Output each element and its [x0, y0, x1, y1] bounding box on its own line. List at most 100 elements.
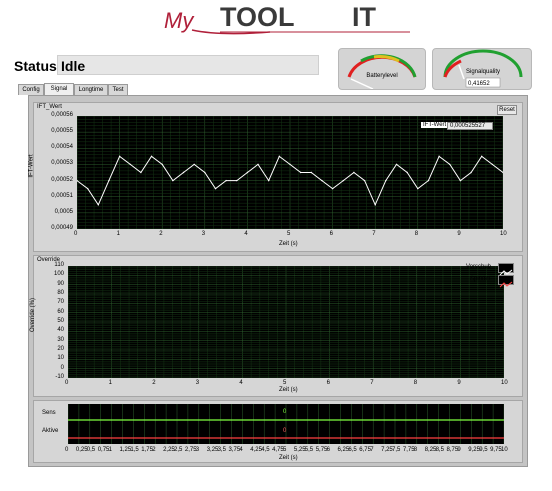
ift-data-point — [310, 171, 312, 174]
override-plot-area[interactable] — [67, 265, 505, 379]
ift-data-point — [97, 204, 99, 206]
ift-data-point — [204, 171, 206, 174]
app-logo: My TOOL IT — [160, 0, 420, 42]
override-y-tick-8: 30 — [57, 336, 64, 343]
ift-data-point — [129, 163, 131, 166]
battery-label: Batterylevel — [366, 73, 397, 79]
override-y-tick-9: 20 — [57, 346, 64, 352]
override-y-tick-3: 80 — [57, 290, 64, 296]
ift-data-point — [236, 179, 238, 182]
legend-vorschub-label: Vorschub — [466, 264, 492, 270]
logo-my-text: My — [164, 8, 195, 33]
ift-cursor-value: 0,000525527 — [447, 122, 493, 130]
override-x-tick-5: 5 — [283, 380, 287, 386]
override-y-axis-title: Override (%) — [30, 297, 37, 333]
signal-gauge: Signalquality 0,41652 — [432, 48, 532, 90]
tab-test[interactable]: Test — [108, 84, 128, 95]
ift-data-point — [161, 163, 163, 166]
digital-x-tick-34: 8,5 — [435, 447, 444, 453]
digital-x-tick-10: 2,5 — [174, 447, 183, 453]
signal-label: Signalquality — [466, 69, 500, 75]
override-y-tick-11: 0 — [60, 364, 64, 371]
signal-value: 0,41652 — [468, 81, 490, 87]
battery-gauge: Batterylevel — [338, 48, 426, 90]
ift-chart-panel: IFT_Wert Reset IFT-Wert 0,00056 0,00055 0,… — [29, 102, 523, 252]
ift-data-point — [331, 187, 334, 190]
digital-x-tick-2: 0,5 — [86, 447, 96, 453]
status-label: Status: — [14, 58, 62, 74]
ift-y-axis-title: IFT-Wert — [28, 154, 35, 178]
ift-data-point — [172, 179, 174, 182]
ift-data-point — [268, 179, 270, 182]
ift-data-point — [427, 179, 430, 182]
ift-data-point — [278, 155, 281, 158]
override-y-tick-1: 100 — [53, 271, 64, 278]
override-y-tick-10: 10 — [57, 355, 64, 362]
ift-plot-svg — [76, 115, 504, 230]
ift-data-point — [193, 163, 195, 166]
ift-data-point — [321, 179, 323, 182]
override-x-tick-7: 7 — [370, 380, 374, 386]
ift-data-point — [417, 187, 419, 190]
digital-x-tick-30: 7,5 — [392, 447, 401, 453]
digital-x-tick-28: 7 — [370, 447, 374, 453]
digital-x-tick-20: 5 — [283, 447, 287, 453]
logo-tool-text: TOOL — [220, 2, 295, 32]
digital-x-tick-22: 5,5 — [304, 447, 314, 453]
override-x-tick-3: 3 — [195, 380, 200, 386]
digital-x-tick-16: 4 — [239, 447, 243, 453]
ift-chart-title: IFT_Wert — [37, 104, 62, 110]
override-y-tick-5: 60 — [57, 308, 64, 315]
override-x-axis-title: Zeit (s) — [279, 387, 298, 393]
ift-x-axis-title: Zeit (s) — [279, 241, 298, 247]
digital-x-tick-8: 2 — [152, 447, 156, 453]
battery-needle — [350, 78, 374, 90]
override-x-tick-10: 10 — [501, 380, 508, 386]
ift-data-point — [459, 179, 462, 182]
digital-x-tick-32: 8 — [413, 447, 418, 453]
override-x-tick-2: 2 — [152, 380, 156, 386]
digital-x-tick-14: 3,5 — [217, 447, 226, 453]
ift-x-tick-9: 9 — [457, 231, 461, 237]
digital-x-tick-36: 9 — [457, 447, 461, 453]
reset-button[interactable]: Reset — [497, 105, 517, 115]
tab-longtime[interactable]: Longtime — [74, 84, 108, 95]
ift-x-tick-2: 2 — [159, 231, 163, 237]
status-field: Idle — [57, 55, 319, 75]
digital-x-axis-title: Zeit (s) — [279, 455, 298, 461]
digital-row-aktive-label: Aktive — [42, 428, 59, 434]
ift-data-point — [470, 171, 472, 174]
ift-data-point — [395, 163, 398, 166]
ift-x-tick-0: 0 — [74, 231, 78, 237]
override-x-tick-0: 0 — [65, 380, 69, 386]
ift-plot-area[interactable]: IFT-Wert 0,000525527 — [76, 115, 504, 230]
ift-data-point — [182, 171, 185, 174]
override-y-tick-2: 90 — [57, 280, 64, 287]
ift-x-tick-8: 8 — [414, 231, 419, 237]
override-y-tick-7: 40 — [57, 327, 64, 334]
legend-spindel-swatch[interactable] — [498, 275, 514, 288]
digital-x-tick-18: 4,5 — [261, 447, 270, 453]
override-y-tick-12: -10 — [55, 374, 64, 380]
signal-needle — [458, 64, 465, 80]
digital-x-tick-12: 3 — [195, 447, 200, 453]
override-y-tick-4: 70 — [57, 299, 64, 306]
ift-x-tick-5: 5 — [287, 231, 291, 237]
ift-x-tick-6: 6 — [329, 231, 333, 237]
tab-config[interactable]: Config — [18, 84, 44, 95]
digital-plot-area[interactable]: 0 0 — [67, 404, 505, 444]
ift-data-point — [385, 179, 387, 182]
ift-y-tick-3: 0,00053 — [51, 160, 73, 167]
ift-data-point — [449, 163, 451, 166]
ift-data-point — [257, 163, 259, 166]
ift-x-tick-1: 1 — [116, 231, 120, 237]
digital-chart-panel: Sens Aktive 0 0 0 0,25 0,5 0,75 1 1,25 1,5 1,75… — [33, 400, 523, 463]
ift-data-point — [374, 204, 376, 206]
ift-data-point — [225, 179, 227, 182]
ift-y-tick-2: 0,00054 — [51, 144, 73, 151]
legend-vorschub-swatch[interactable] — [498, 263, 514, 276]
signal-panel: IFT_Wert Reset IFT-Wert 0,00056 0,00055 0,… — [28, 95, 528, 467]
ift-data-point — [150, 155, 153, 158]
ift-data-point — [438, 155, 440, 158]
digital-x-tick-38: 9,5 — [479, 447, 488, 453]
